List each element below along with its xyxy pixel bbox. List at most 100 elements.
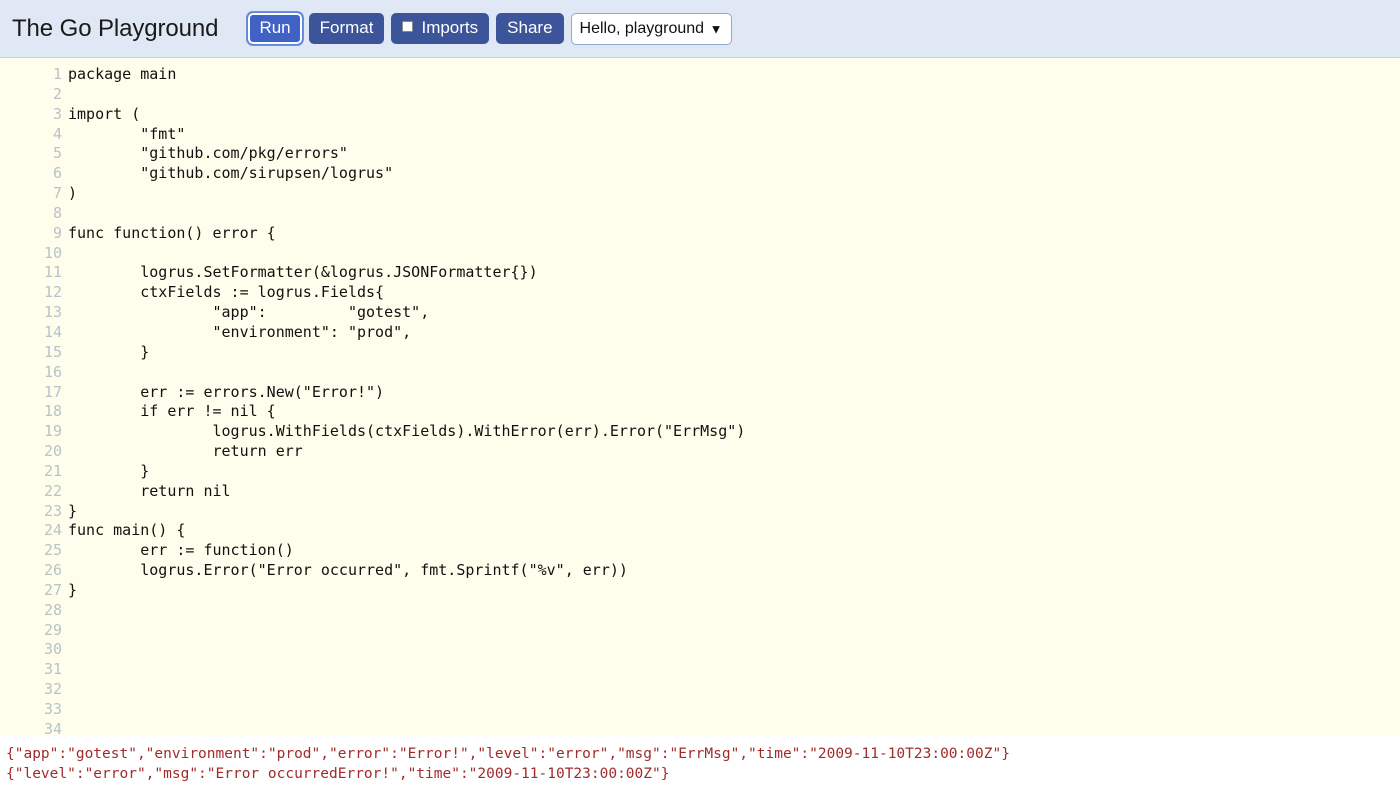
code-line[interactable]: 18 if err != nil {	[0, 402, 1400, 422]
code-line[interactable]: 33	[0, 700, 1400, 720]
line-number: 13	[43, 303, 62, 322]
code-line[interactable]: 3 import (	[0, 105, 1400, 125]
code-line[interactable]: 20 return err	[0, 442, 1400, 462]
code-line[interactable]: 5 "github.com/pkg/errors"	[0, 144, 1400, 164]
code-line[interactable]: 27}	[0, 581, 1400, 601]
line-number: 7	[52, 184, 62, 203]
line-number: 33	[43, 700, 62, 718]
code-line[interactable]: 29	[0, 621, 1400, 641]
line-number: 26	[43, 561, 62, 580]
code-text[interactable]: "app": "gotest",	[62, 303, 1400, 323]
code-line[interactable]: 23}	[0, 502, 1400, 522]
code-line[interactable]: 1 package main	[0, 65, 1400, 85]
code-line[interactable]: 14 "environment": "prod",	[0, 323, 1400, 343]
share-button-label: Share	[507, 17, 553, 37]
line-number: 2	[52, 84, 62, 103]
code-line[interactable]: 19 logrus.WithFields(ctxFields).WithErro…	[0, 422, 1400, 442]
code-text[interactable]: if err != nil {	[62, 402, 1400, 422]
example-select[interactable]: Hello, playground	[570, 12, 732, 45]
code-line[interactable]: 7)	[0, 184, 1400, 204]
code-text[interactable]: "github.com/sirupsen/logrus"	[62, 164, 1400, 184]
code-text[interactable]: }	[62, 581, 1400, 601]
line-number: 34	[43, 719, 62, 736]
run-button-label: Run	[259, 17, 291, 37]
line-number: 10	[43, 243, 62, 262]
code-line[interactable]: 30	[0, 640, 1400, 660]
example-select-wrapper[interactable]: Hello, playground ▼	[570, 12, 732, 45]
code-text[interactable]: logrus.SetFormatter(&logrus.JSONFormatte…	[62, 263, 1400, 283]
code-text[interactable]: package main	[62, 65, 1400, 85]
line-number: 30	[43, 640, 62, 659]
run-button[interactable]: Run	[247, 11, 303, 46]
line-number: 9	[52, 223, 62, 242]
code-editor[interactable]: 1 package main 2 3 import (4 "fmt" 5 "github.…	[0, 58, 1400, 736]
code-line[interactable]: 24 func main() {	[0, 521, 1400, 541]
code-line[interactable]: 32	[0, 680, 1400, 700]
code-text[interactable]: err := errors.New("Error!")	[62, 383, 1400, 403]
code-line[interactable]: 4 "fmt"	[0, 125, 1400, 145]
code-line[interactable]: 21 }	[0, 462, 1400, 482]
code-text[interactable]: func function() error {	[62, 224, 1400, 244]
line-number: 15	[43, 342, 62, 361]
code-text[interactable]: }	[62, 502, 1400, 522]
format-button[interactable]: Format	[308, 12, 385, 45]
line-number: 17	[43, 382, 62, 401]
code-line[interactable]: 34	[0, 720, 1400, 736]
code-line[interactable]: 13 "app": "gotest",	[0, 303, 1400, 323]
line-number: 19	[43, 422, 62, 441]
code-text[interactable]: "fmt"	[62, 125, 1400, 145]
line-number: 29	[43, 620, 62, 639]
code-text[interactable]: logrus.WithFields(ctxFields).WithError(e…	[62, 422, 1400, 442]
code-line[interactable]: 9 func function() error {	[0, 224, 1400, 244]
code-line[interactable]: 16	[0, 363, 1400, 383]
code-text[interactable]: logrus.Error("Error occurred", fmt.Sprin…	[62, 561, 1400, 581]
code-text[interactable]: err := function()	[62, 541, 1400, 561]
go-playground-app: The Go Playground Run Format Imports Share …	[0, 0, 1400, 808]
code-line[interactable]: 10	[0, 244, 1400, 264]
code-line[interactable]: 22 return nil	[0, 482, 1400, 502]
share-button[interactable]: Share	[496, 12, 564, 45]
line-number: 5	[52, 144, 62, 163]
code-line[interactable]: 26 logrus.Error("Error occurred", fmt.Sp…	[0, 561, 1400, 581]
imports-button[interactable]: Imports	[391, 12, 490, 45]
line-number: 22	[43, 481, 62, 500]
code-line[interactable]: 17 err := errors.New("Error!")	[0, 383, 1400, 403]
line-number: 6	[52, 164, 62, 183]
code-text[interactable]: }	[62, 462, 1400, 482]
imports-checkbox-icon[interactable]	[402, 21, 414, 33]
code-text[interactable]: }	[62, 343, 1400, 363]
code-text[interactable]: "environment": "prod",	[62, 323, 1400, 343]
code-line[interactable]: 6 "github.com/sirupsen/logrus"	[0, 164, 1400, 184]
output-line: {"level":"error","msg":"Error occurredEr…	[6, 766, 670, 782]
code-line[interactable]: 11 logrus.SetFormatter(&logrus.JSONForma…	[0, 263, 1400, 283]
code-line[interactable]: 15 }	[0, 343, 1400, 363]
code-text[interactable]: import (	[62, 105, 1400, 125]
code-line[interactable]: 8	[0, 204, 1400, 224]
line-number: 32	[43, 680, 62, 699]
code-line[interactable]: 31	[0, 660, 1400, 680]
line-number: 23	[43, 501, 62, 520]
line-number: 20	[43, 442, 62, 461]
line-number: 1	[52, 65, 62, 83]
imports-button-label: Imports	[421, 17, 479, 37]
line-number: 25	[43, 541, 62, 560]
code-line[interactable]: 2	[0, 85, 1400, 105]
code-text[interactable]: return nil	[62, 482, 1400, 502]
code-line[interactable]: 25 err := function()	[0, 541, 1400, 561]
code-text[interactable]: ctxFields := logrus.Fields{	[62, 283, 1400, 303]
line-number: 12	[43, 283, 62, 302]
format-button-label: Format	[319, 17, 374, 37]
code-text[interactable]: "github.com/pkg/errors"	[62, 144, 1400, 164]
line-number: 14	[43, 322, 62, 341]
code-text[interactable]: return err	[62, 442, 1400, 462]
line-number: 11	[43, 263, 62, 282]
line-number: 3	[52, 104, 62, 123]
code-text[interactable]: func main() {	[62, 521, 1400, 541]
line-number: 31	[43, 660, 62, 679]
code-line[interactable]: 12 ctxFields := logrus.Fields{	[0, 283, 1400, 303]
code-line[interactable]: 28	[0, 601, 1400, 621]
line-number: 18	[43, 402, 62, 421]
code-text[interactable]: )	[62, 184, 1400, 204]
line-number: 4	[52, 124, 62, 143]
line-number: 24	[43, 521, 62, 540]
